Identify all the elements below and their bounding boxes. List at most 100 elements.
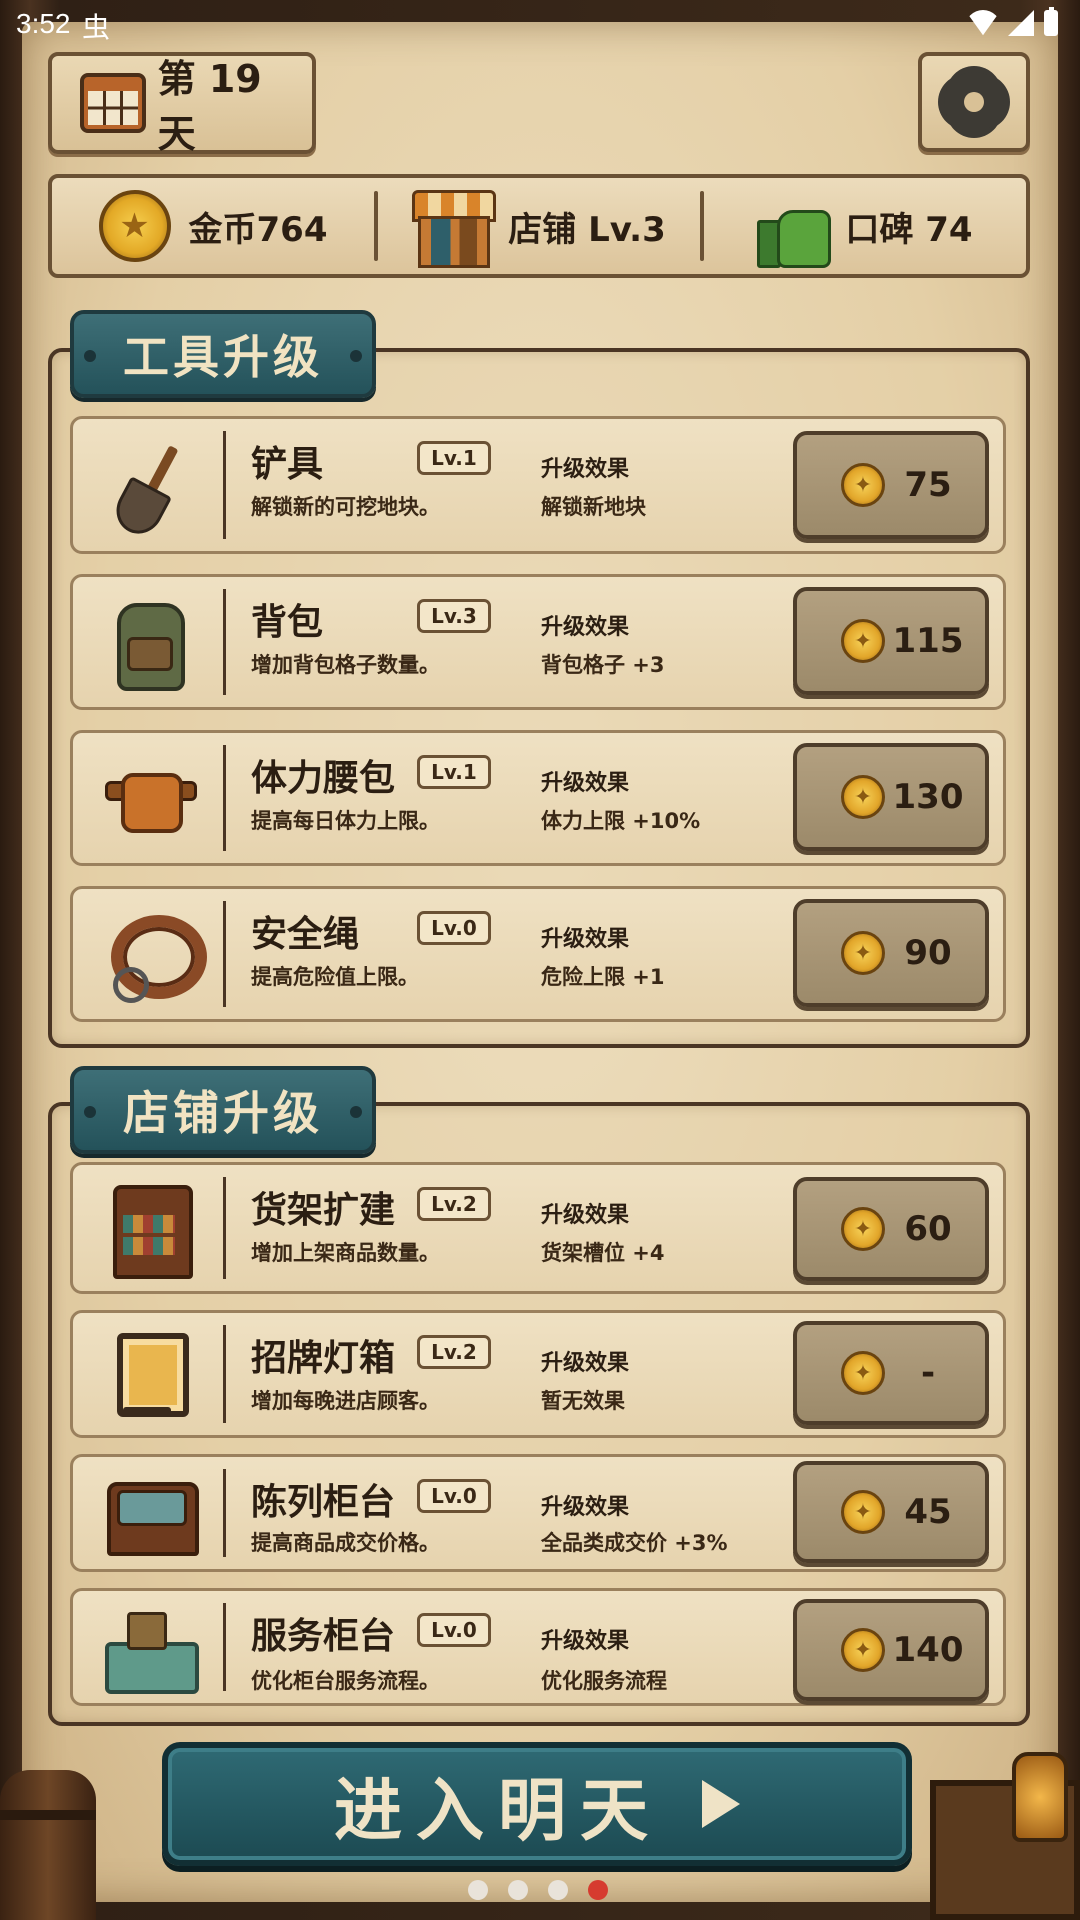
effect-value: 货架槽位 +4	[541, 1241, 665, 1265]
upgrade-button-shovel[interactable]: 75	[793, 431, 989, 539]
effect-value: 暂无效果	[541, 1389, 625, 1413]
wifi-icon	[968, 10, 998, 36]
level-badge: Lv.3	[417, 599, 491, 633]
upgrade-row-backpack: 背包 Lv.3 增加背包格子数量。 升级效果 背包格子 +3 115	[70, 574, 1006, 710]
shovel-icon	[103, 440, 193, 530]
shop-upgrades-title: 店铺升级	[70, 1066, 376, 1154]
gold-label: 金币764	[188, 209, 328, 250]
stats-bar: 金币764 店铺 Lv.3 口碑 74	[48, 174, 1030, 278]
item-description: 解锁新的可挖地块。	[251, 495, 440, 519]
enter-tomorrow-button[interactable]: 进入明天	[162, 1742, 912, 1866]
level-badge: Lv.0	[417, 911, 491, 945]
item-name: 背包	[251, 602, 324, 643]
upgrade-button-backpack[interactable]: 115	[793, 587, 989, 695]
shelf-icon	[103, 1183, 193, 1279]
shop-level-label: 店铺 Lv.3	[508, 209, 666, 250]
page-dot[interactable]	[508, 1880, 528, 1900]
reputation-label: 口碑 74	[845, 209, 973, 250]
battery-icon	[1044, 7, 1058, 36]
upgrade-button-display-case[interactable]: 45	[793, 1461, 989, 1563]
barrel-decoration	[0, 1770, 96, 1920]
divider	[223, 431, 226, 539]
item-name: 招牌灯箱	[251, 1338, 396, 1379]
item-description: 提高商品成交价格。	[251, 1531, 440, 1555]
effect-title: 升级效果	[541, 927, 630, 952]
lantern-decoration	[1012, 1752, 1068, 1842]
item-description: 增加背包格子数量。	[251, 653, 440, 677]
gold-stat: 金币764	[52, 190, 374, 262]
price: 130	[892, 777, 964, 817]
thumbs-up-icon	[757, 190, 832, 268]
level-badge: Lv.2	[417, 1187, 491, 1221]
effect-value: 优化服务流程	[541, 1669, 667, 1693]
page-dot-active[interactable]	[588, 1880, 608, 1900]
divider	[223, 1325, 226, 1423]
item-name: 体力腰包	[251, 758, 396, 799]
upgrade-row-belt-bag: 体力腰包 Lv.1 提高每日体力上限。 升级效果 体力上限 +10% 130	[70, 730, 1006, 866]
divider	[223, 1469, 226, 1557]
status-bar: 3:52 虫	[0, 0, 1080, 50]
page-dot[interactable]	[468, 1880, 488, 1900]
upgrade-button-sign[interactable]: -	[793, 1321, 989, 1425]
item-name: 服务柜台	[251, 1616, 396, 1657]
item-description: 增加每晚进店顾客。	[251, 1389, 440, 1413]
price: 115	[892, 621, 964, 661]
effect-title: 升级效果	[541, 1203, 630, 1228]
item-name: 安全绳	[251, 914, 360, 955]
cell-signal-icon	[1008, 10, 1034, 36]
divider	[223, 589, 226, 695]
upgrade-button-safety-rope[interactable]: 90	[793, 899, 989, 1007]
coin-icon	[841, 931, 885, 975]
day-label: 第 19 天	[157, 57, 262, 156]
effect-title: 升级效果	[541, 1629, 630, 1654]
page-dot[interactable]	[548, 1880, 568, 1900]
status-time: 3:52	[16, 8, 71, 39]
coin-icon	[841, 775, 885, 819]
divider	[223, 1177, 226, 1279]
effect-title: 升级效果	[541, 771, 630, 796]
rope-icon	[103, 909, 207, 1003]
enter-tomorrow-label: 进入明天	[333, 1771, 662, 1851]
effect-value: 背包格子 +3	[541, 653, 665, 677]
system-icons	[968, 7, 1058, 36]
coin-icon	[841, 1490, 885, 1534]
effect-value: 体力上限 +10%	[541, 809, 701, 833]
coin-icon	[841, 1207, 885, 1251]
level-badge: Lv.0	[417, 1479, 491, 1513]
item-description: 提高危险值上限。	[251, 965, 419, 989]
upgrade-row-service-counter: 服务柜台 Lv.0 优化柜台服务流程。 升级效果 优化服务流程 140	[70, 1588, 1006, 1706]
divider	[223, 1603, 226, 1691]
settings-button[interactable]	[918, 52, 1030, 152]
effect-title: 升级效果	[541, 1351, 630, 1376]
day-counter: 第 19 天	[48, 52, 316, 156]
upgrade-button-belt-bag[interactable]: 130	[793, 743, 989, 851]
level-badge: Lv.1	[417, 441, 491, 475]
level-badge: Lv.0	[417, 1613, 491, 1647]
effect-title: 升级效果	[541, 1495, 630, 1520]
upgrade-row-sign: 招牌灯箱 Lv.2 增加每晚进店顾客。 升级效果 暂无效果 -	[70, 1310, 1006, 1438]
effect-value: 危险上限 +1	[541, 965, 665, 989]
item-description: 优化柜台服务流程。	[251, 1669, 440, 1693]
coin-icon	[841, 463, 885, 507]
upgrade-button-service-counter[interactable]: 140	[793, 1599, 989, 1701]
item-name: 陈列柜台	[251, 1482, 396, 1523]
service-counter-icon	[103, 1602, 199, 1694]
coin-icon	[841, 1351, 885, 1395]
item-description: 增加上架商品数量。	[251, 1241, 440, 1265]
backpack-icon	[103, 597, 193, 691]
upgrade-row-display-case: 陈列柜台 Lv.0 提高商品成交价格。 升级效果 全品类成交价 +3% 45	[70, 1454, 1006, 1572]
price: 140	[892, 1630, 964, 1670]
upgrade-row-safety-rope: 安全绳 Lv.0 提高危险值上限。 升级效果 危险上限 +1 90	[70, 886, 1006, 1022]
price: 45	[904, 1492, 952, 1532]
reputation-stat: 口碑 74	[704, 190, 1026, 268]
upgrade-button-shelf[interactable]: 60	[793, 1177, 989, 1281]
tool-upgrades-title: 工具升级	[70, 310, 376, 398]
effect-title: 升级效果	[541, 615, 630, 640]
upgrade-row-shovel: 铲具 Lv.1 解锁新的可挖地块。 升级效果 解锁新地块 75	[70, 416, 1006, 554]
price: 75	[904, 465, 952, 505]
level-badge: Lv.2	[417, 1335, 491, 1369]
play-arrow-icon	[702, 1780, 740, 1828]
belt-bag-icon	[103, 753, 197, 843]
item-name: 货架扩建	[251, 1190, 396, 1231]
coin-icon	[98, 190, 171, 262]
